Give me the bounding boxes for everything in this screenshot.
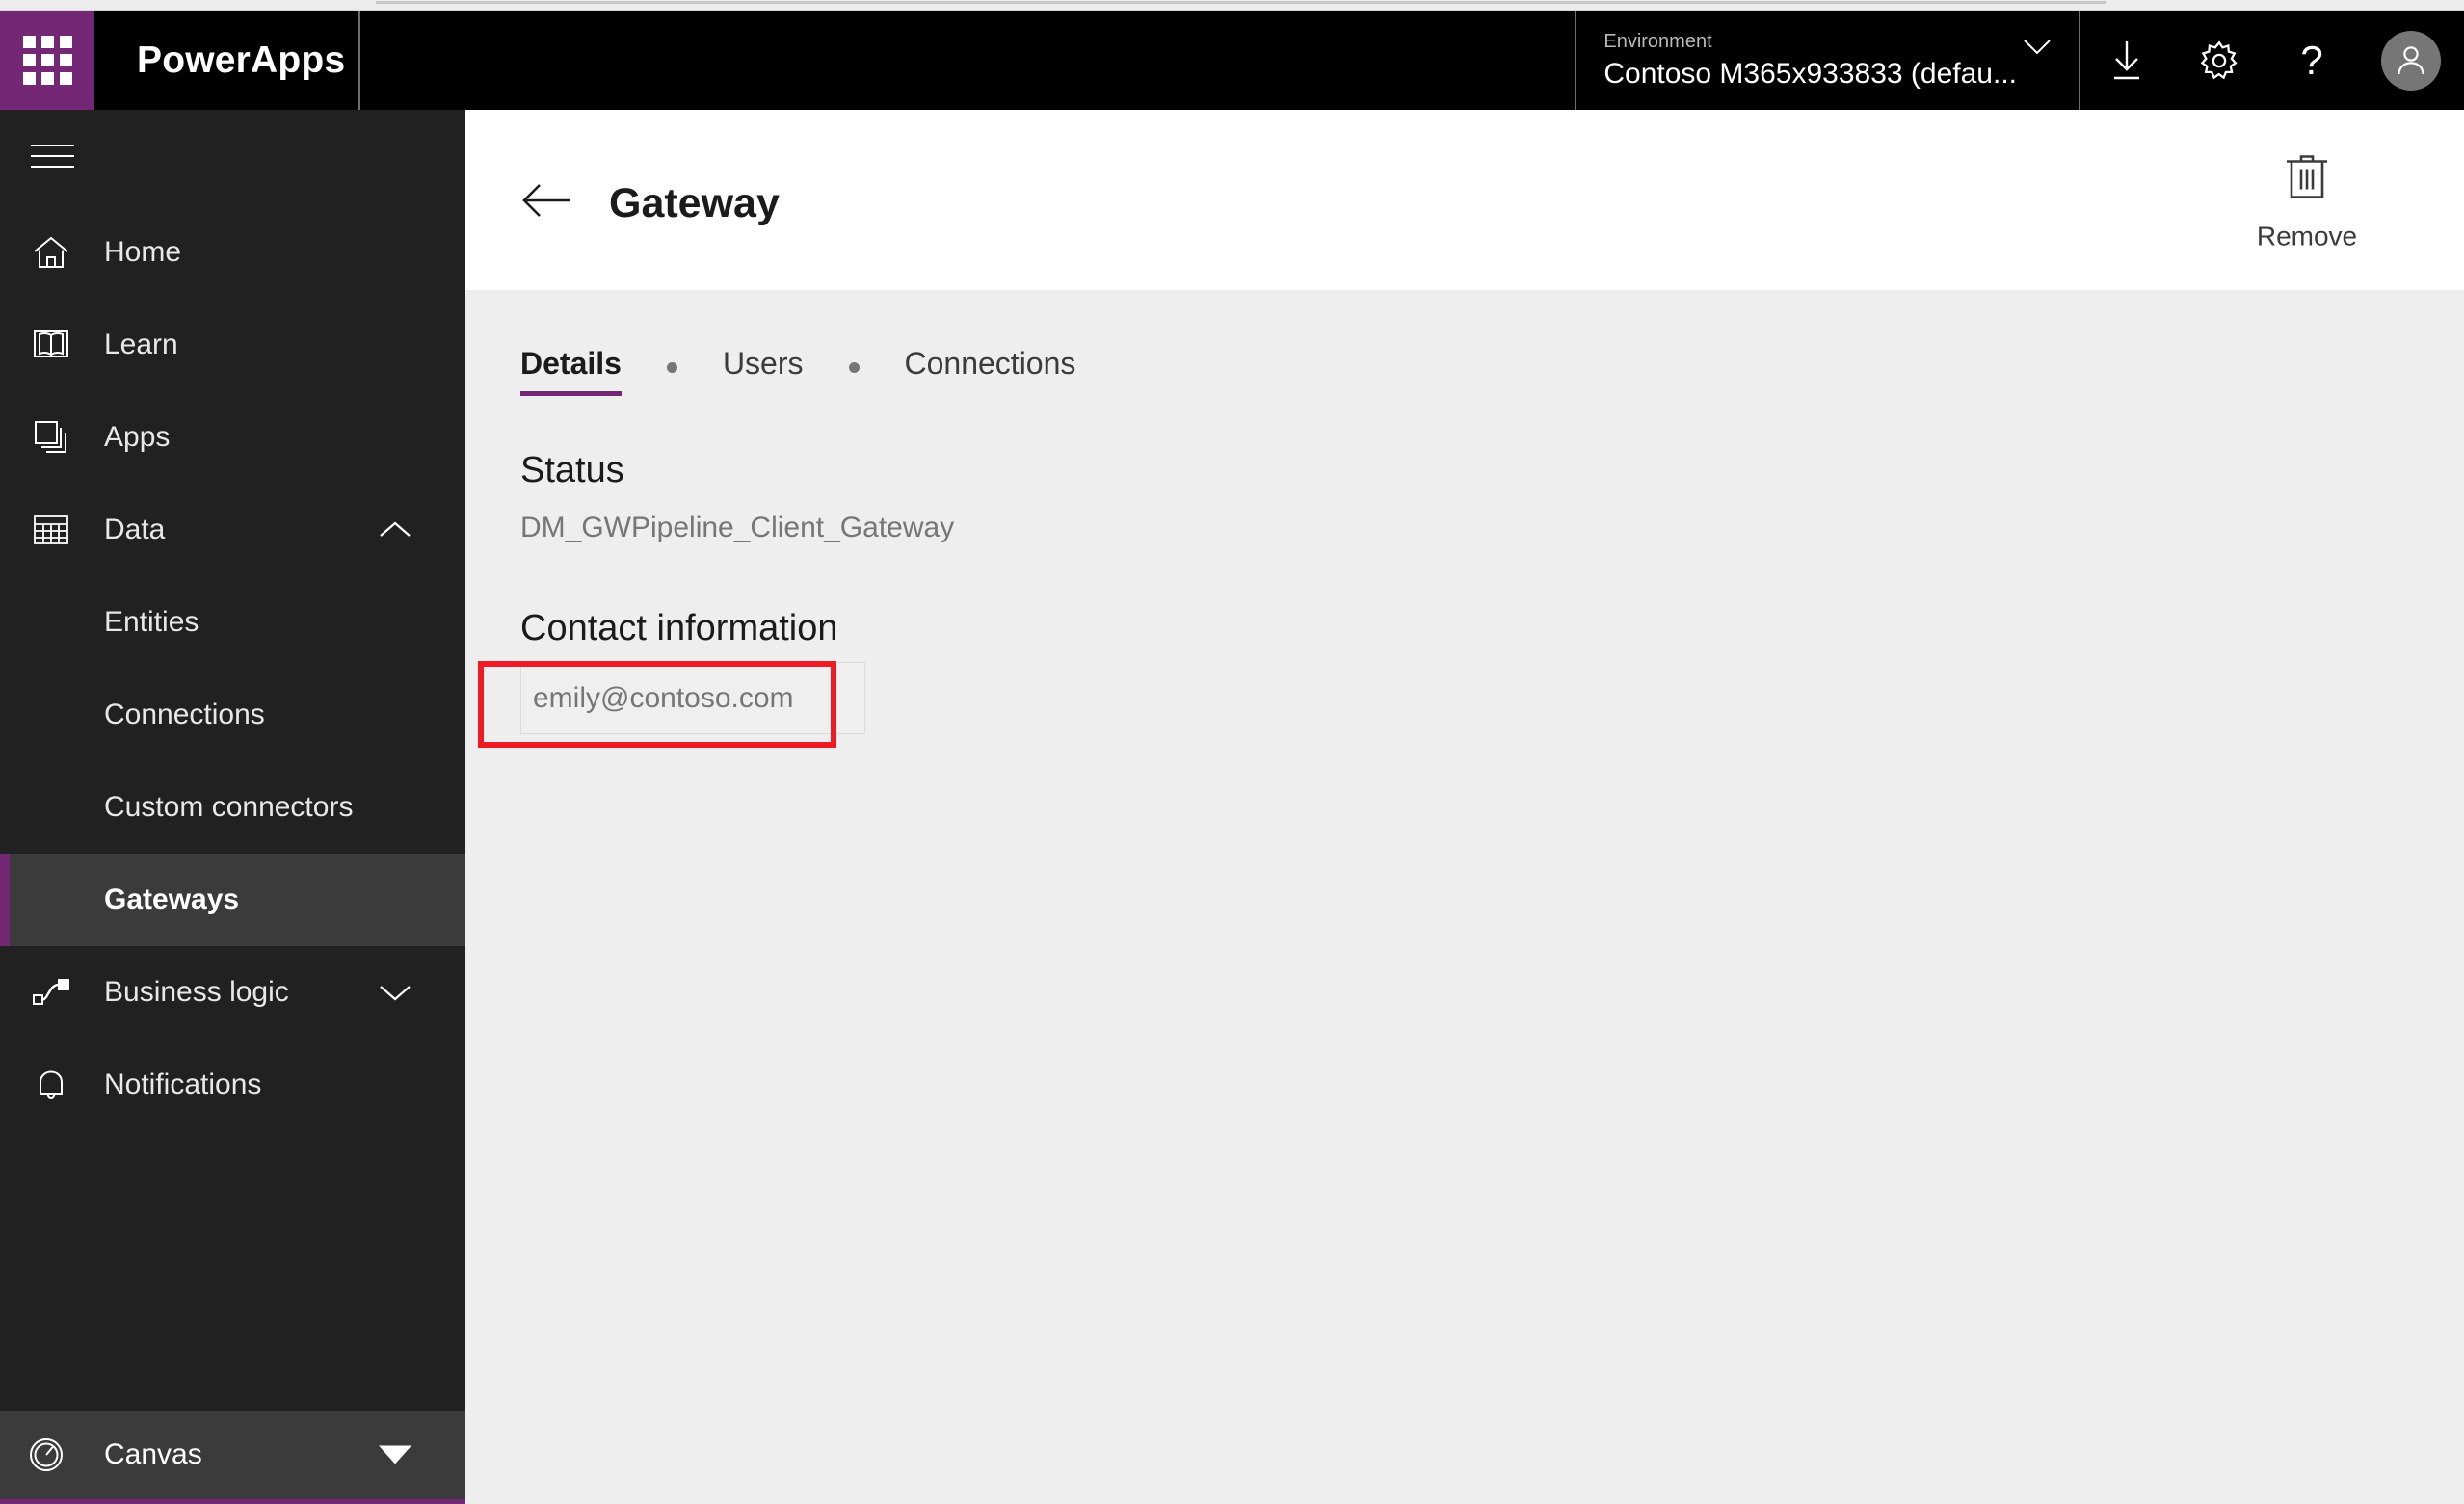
sidebar-item-business-logic[interactable]: Business logic xyxy=(0,946,465,1039)
sidebar-item-label: Apps xyxy=(104,421,171,453)
sidebar-item-label: Entities xyxy=(104,606,199,638)
sidebar-item-label: Learn xyxy=(104,329,178,360)
user-avatar-icon xyxy=(2381,30,2441,91)
tab-connections[interactable]: Connections xyxy=(905,344,1076,396)
sidebar-subitem-gateways-wrap: Gateways xyxy=(0,854,465,946)
sidebar-item-apps[interactable]: Apps xyxy=(0,391,465,484)
sidebar-item-entities[interactable]: Entities xyxy=(0,576,465,669)
nav-list: Home Learn Apps Data Entities Connection… xyxy=(0,202,465,1411)
canvas-mode-selector[interactable]: Canvas xyxy=(0,1411,465,1504)
chevron-up-icon[interactable] xyxy=(379,519,411,541)
sidebar-item-custom-connectors[interactable]: Custom connectors xyxy=(0,761,465,854)
tab-separator-dot xyxy=(666,362,677,373)
powerapps-window: PowerApps Environment Contoso M365x93383… xyxy=(0,0,2464,1504)
sidebar-item-label: Business logic xyxy=(104,976,289,1008)
sidebar-item-learn[interactable]: Learn xyxy=(0,299,465,391)
remove-button[interactable]: Remove xyxy=(2235,148,2379,251)
sidebar-item-label: Connections xyxy=(104,699,265,730)
account-button[interactable] xyxy=(2358,11,2464,110)
brand-title: PowerApps xyxy=(94,11,360,110)
sidebar-item-label: Notifications xyxy=(104,1069,262,1100)
help-button[interactable]: ? xyxy=(2265,11,2358,110)
contact-heading: Contact information xyxy=(520,608,838,648)
download-button[interactable] xyxy=(2080,11,2173,110)
chevron-down-icon[interactable] xyxy=(379,982,411,1003)
apps-stack-icon xyxy=(28,418,74,457)
hamburger-bars xyxy=(31,136,74,176)
settings-button[interactable] xyxy=(2173,11,2265,110)
contact-email-field[interactable]: emily@contoso.com xyxy=(520,662,865,734)
sidebar-subitem-connections-wrap: Connections xyxy=(0,669,465,761)
flow-branch-icon xyxy=(28,976,74,1009)
tab-separator-dot xyxy=(848,362,860,373)
sidebar-item-notifications[interactable]: Notifications xyxy=(0,1039,465,1131)
tab-bar: Details Users Connections xyxy=(465,290,2464,396)
sidebar-item-label: Gateways xyxy=(104,884,240,915)
sidebar-item-label: Data xyxy=(104,514,166,545)
browser-chrome-strip xyxy=(0,0,2464,11)
gauge-icon xyxy=(23,1435,69,1475)
sidebar-item-label: Home xyxy=(104,236,182,268)
sidebar-subitem-entities-wrap: Entities xyxy=(0,576,465,669)
app-launcher-waffle-icon[interactable] xyxy=(0,11,94,110)
sidebar-item-data[interactable]: Data xyxy=(0,484,465,576)
tab-details[interactable]: Details xyxy=(520,344,622,396)
tab-users[interactable]: Users xyxy=(723,344,804,396)
environment-label: Environment xyxy=(1603,31,1712,52)
waffle-grid xyxy=(22,36,72,85)
home-icon xyxy=(28,234,74,271)
contact-information-section: Contact information emily@contoso.com xyxy=(478,606,2464,748)
chrome-address-line xyxy=(376,1,2106,4)
trash-icon xyxy=(2281,148,2333,209)
hamburger-menu-icon[interactable] xyxy=(0,110,465,202)
sidebar-item-gateways[interactable]: Gateways xyxy=(0,854,465,946)
main-content: Gateway Remove Details Users Connections… xyxy=(465,110,2464,1504)
sidebar-item-home[interactable]: Home xyxy=(0,206,465,299)
details-panel: Status DM_GWPipeline_Client_Gateway Cont… xyxy=(465,448,2464,748)
environment-value: Contoso M365x933833 (defau... xyxy=(1603,58,2017,90)
sidebar-item-label: Custom connectors xyxy=(104,791,354,823)
table-grid-icon xyxy=(28,513,74,547)
environment-selector[interactable]: Environment Contoso M365x933833 (defau..… xyxy=(1575,11,2080,110)
status-value: DM_GWPipeline_Client_Gateway xyxy=(520,512,955,543)
download-icon xyxy=(2106,38,2147,84)
environment-text: Environment Contoso M365x933833 (defau..… xyxy=(1603,29,2017,92)
header-spacer xyxy=(360,11,1575,110)
sidebar-item-connections[interactable]: Connections xyxy=(0,669,465,761)
left-navigation: Home Learn Apps Data Entities Connection… xyxy=(0,110,465,1504)
status-heading: Status xyxy=(520,450,624,490)
sidebar-subitem-custom-connectors-wrap: Custom connectors xyxy=(0,761,465,854)
canvas-label: Canvas xyxy=(104,1438,202,1470)
page-title: Gateway xyxy=(609,179,780,226)
header-actions: ? xyxy=(2080,11,2464,110)
book-icon xyxy=(28,328,74,362)
caret-down-icon[interactable] xyxy=(379,1445,411,1464)
status-section: Status DM_GWPipeline_Client_Gateway xyxy=(520,448,2464,546)
bell-icon xyxy=(28,1066,74,1104)
app-header: PowerApps Environment Contoso M365x93383… xyxy=(0,11,2464,110)
chevron-down-icon xyxy=(2023,38,2052,62)
back-arrow-icon[interactable] xyxy=(520,180,574,221)
remove-label: Remove xyxy=(2256,221,2358,251)
gear-icon xyxy=(2197,39,2241,83)
question-mark-icon: ? xyxy=(2300,37,2323,83)
page-header: Gateway Remove xyxy=(465,110,2464,290)
